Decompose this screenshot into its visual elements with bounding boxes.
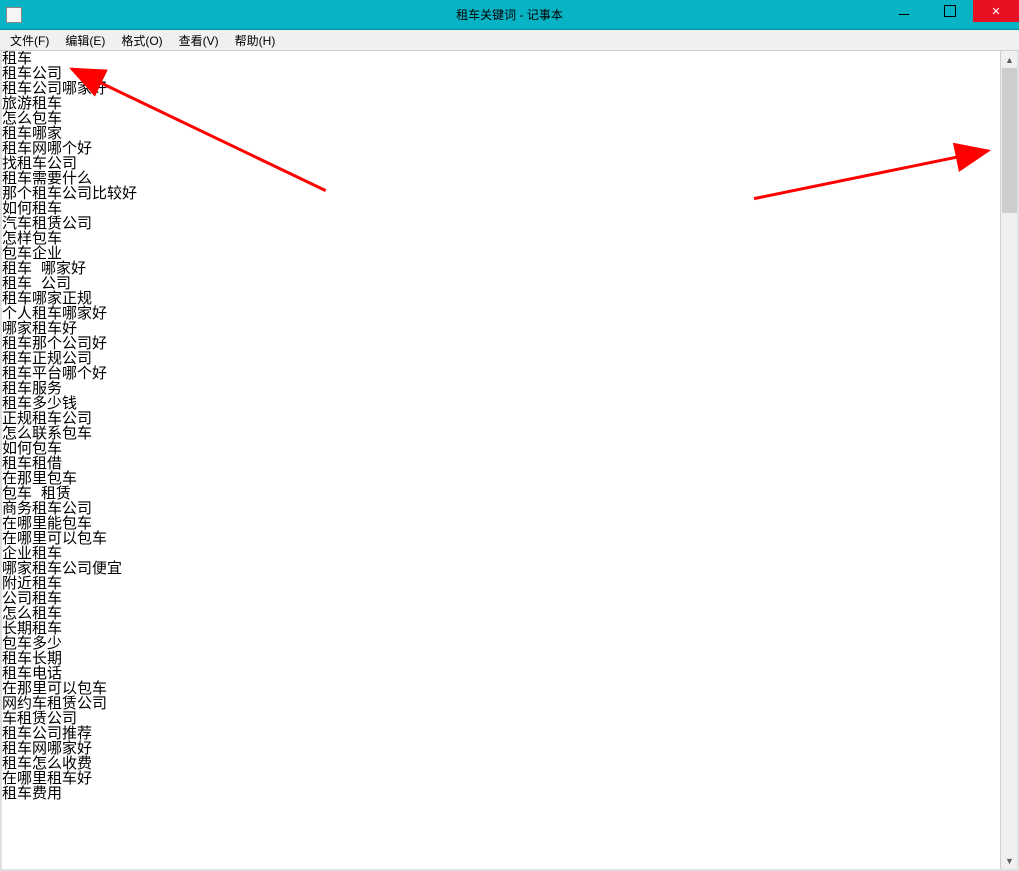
close-button[interactable] [973, 0, 1019, 22]
text-line[interactable]: 怎样包车 [2, 231, 1017, 246]
text-line[interactable]: 附近租车 [2, 576, 1017, 591]
text-line[interactable]: 租车那个公司好 [2, 336, 1017, 351]
text-line[interactable]: 长期租车 [2, 621, 1017, 636]
notepad-icon [6, 7, 22, 23]
text-line[interactable]: 租车公司推荐 [2, 726, 1017, 741]
text-line[interactable]: 包车 租赁 [2, 486, 1017, 501]
text-line[interactable]: 租车公司 [2, 66, 1017, 81]
menu-format[interactable]: 格式(O) [113, 30, 170, 51]
scroll-down-button[interactable]: ▼ [1001, 852, 1018, 869]
text-line[interactable]: 个人租车哪家好 [2, 306, 1017, 321]
maximize-button[interactable] [927, 0, 973, 22]
text-editor[interactable]: 租车租车公司租车公司哪家好旅游租车怎么包车租车哪家租车网哪个好找租车公司租车需要… [2, 51, 1017, 801]
text-line[interactable]: 租车长期 [2, 651, 1017, 666]
text-line[interactable]: 租车电话 [2, 666, 1017, 681]
text-line[interactable]: 在那里可以包车 [2, 681, 1017, 696]
menubar: 文件(F) 编辑(E) 格式(O) 查看(V) 帮助(H) [0, 30, 1019, 51]
text-line[interactable]: 网约车租赁公司 [2, 696, 1017, 711]
text-line[interactable]: 如何租车 [2, 201, 1017, 216]
window-title: 租车关键词 - 记事本 [456, 6, 563, 23]
text-line[interactable]: 租车租借 [2, 456, 1017, 471]
minimize-button[interactable] [881, 0, 927, 22]
text-line[interactable]: 包车多少 [2, 636, 1017, 651]
text-line[interactable]: 租车 [2, 51, 1017, 66]
scroll-up-button[interactable]: ▲ [1001, 51, 1018, 68]
text-line[interactable]: 找租车公司 [2, 156, 1017, 171]
text-line[interactable]: 车租赁公司 [2, 711, 1017, 726]
text-line[interactable]: 租车正规公司 [2, 351, 1017, 366]
text-line[interactable]: 如何包车 [2, 441, 1017, 456]
text-line[interactable]: 租车网哪个好 [2, 141, 1017, 156]
text-line[interactable]: 在哪里租车好 [2, 771, 1017, 786]
menu-help[interactable]: 帮助(H) [227, 30, 284, 51]
text-line[interactable]: 哪家租车公司便宜 [2, 561, 1017, 576]
text-line[interactable]: 租车网哪家好 [2, 741, 1017, 756]
text-line[interactable]: 商务租车公司 [2, 501, 1017, 516]
text-line[interactable]: 租车服务 [2, 381, 1017, 396]
vertical-scrollbar[interactable]: ▲ ▼ [1000, 51, 1017, 869]
text-line[interactable]: 租车需要什么 [2, 171, 1017, 186]
text-line[interactable]: 怎么包车 [2, 111, 1017, 126]
text-line[interactable]: 租车 公司 [2, 276, 1017, 291]
scroll-thumb[interactable] [1002, 68, 1017, 213]
window-controls [881, 0, 1019, 22]
text-line[interactable]: 那个租车公司比较好 [2, 186, 1017, 201]
text-line[interactable]: 包车企业 [2, 246, 1017, 261]
text-line[interactable]: 旅游租车 [2, 96, 1017, 111]
text-line[interactable]: 租车费用 [2, 786, 1017, 801]
text-line[interactable]: 租车平台哪个好 [2, 366, 1017, 381]
text-line[interactable]: 正规租车公司 [2, 411, 1017, 426]
menu-view[interactable]: 查看(V) [171, 30, 227, 51]
text-line[interactable]: 在那里包车 [2, 471, 1017, 486]
text-line[interactable]: 公司租车 [2, 591, 1017, 606]
text-line[interactable]: 租车哪家正规 [2, 291, 1017, 306]
text-line[interactable]: 企业租车 [2, 546, 1017, 561]
text-line[interactable]: 怎么租车 [2, 606, 1017, 621]
menu-edit[interactable]: 编辑(E) [57, 30, 113, 51]
text-line[interactable]: 哪家租车好 [2, 321, 1017, 336]
text-line[interactable]: 租车 哪家好 [2, 261, 1017, 276]
content-area: 租车租车公司租车公司哪家好旅游租车怎么包车租车哪家租车网哪个好找租车公司租车需要… [0, 51, 1019, 871]
text-line[interactable]: 在哪里能包车 [2, 516, 1017, 531]
text-line[interactable]: 租车怎么收费 [2, 756, 1017, 771]
menu-file[interactable]: 文件(F) [2, 30, 57, 51]
text-line[interactable]: 汽车租赁公司 [2, 216, 1017, 231]
titlebar: 租车关键词 - 记事本 [0, 0, 1019, 30]
text-line[interactable]: 租车多少钱 [2, 396, 1017, 411]
text-line[interactable]: 租车公司哪家好 [2, 81, 1017, 96]
text-line[interactable]: 在哪里可以包车 [2, 531, 1017, 546]
text-line[interactable]: 租车哪家 [2, 126, 1017, 141]
text-line[interactable]: 怎么联系包车 [2, 426, 1017, 441]
